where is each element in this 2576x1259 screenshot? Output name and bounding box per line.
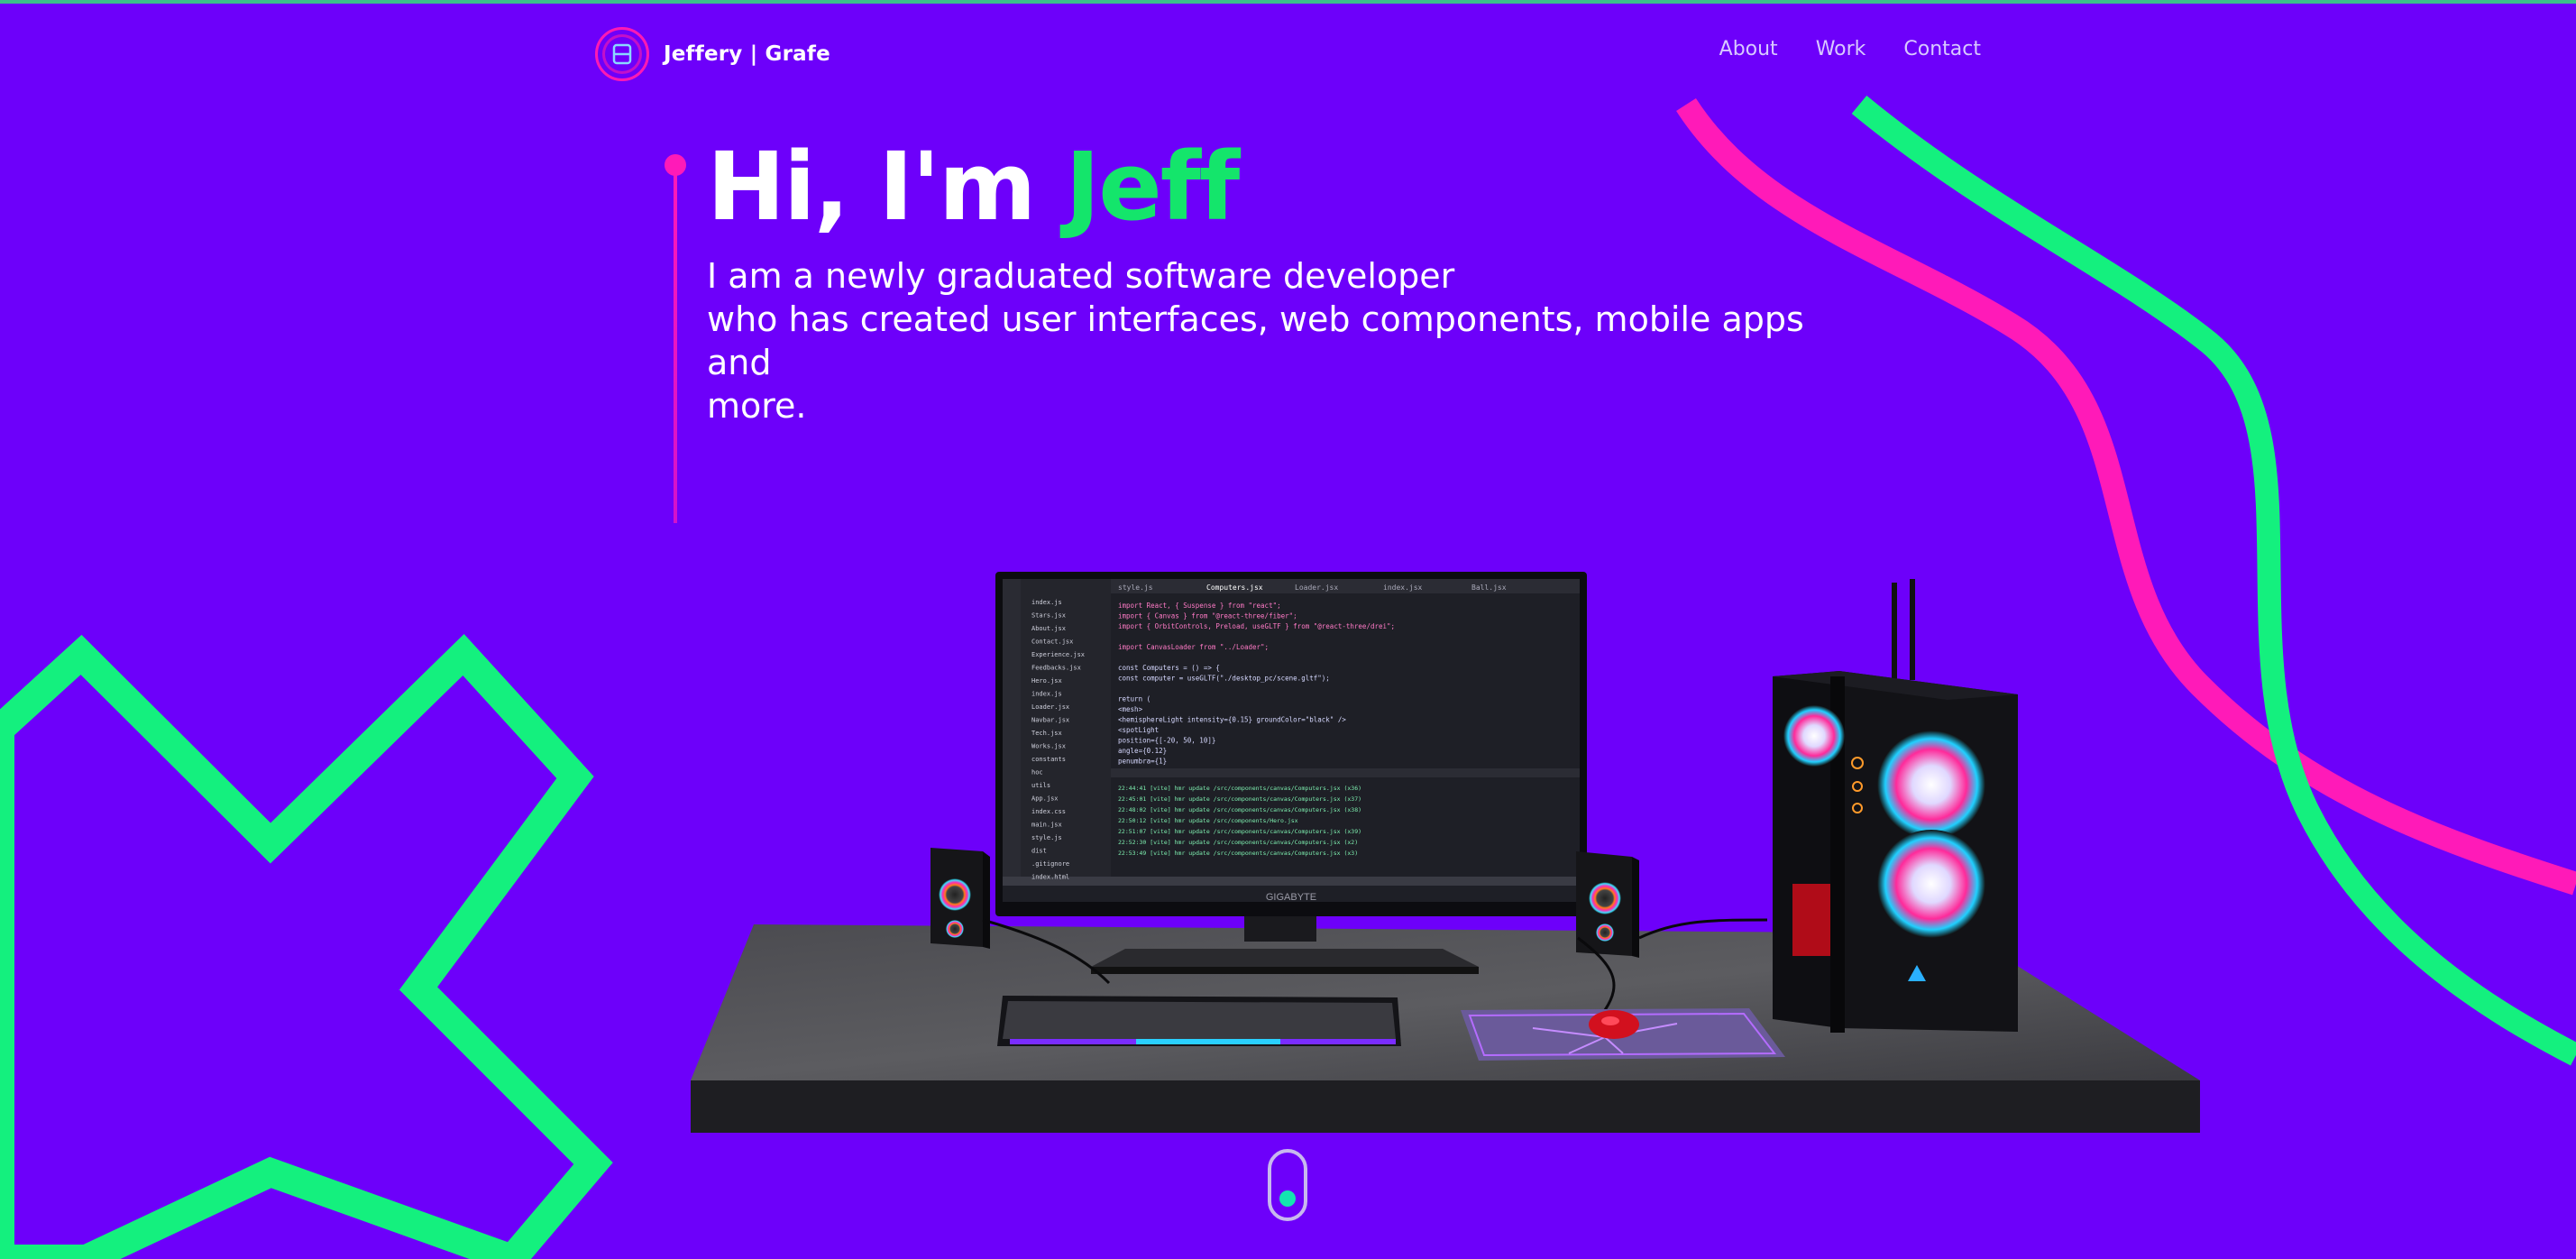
explorer-file: Tech.jsx — [1031, 730, 1062, 737]
nav-link-contact[interactable]: Contact — [1903, 38, 1981, 60]
explorer-file: constants — [1031, 756, 1066, 763]
explorer-file: index.js — [1031, 691, 1062, 698]
terminal-line: 22:51:07 [vite] hmr update /src/componen… — [1118, 828, 1361, 835]
nav-link-work[interactable]: Work — [1816, 38, 1866, 60]
terminal-line: 22:52:30 [vite] hmr update /src/componen… — [1118, 839, 1358, 846]
explorer-file: hoc — [1031, 769, 1043, 777]
code-line: const computer = useGLTF("./desktop_pc/s… — [1118, 675, 1330, 683]
logo-monogram-icon — [595, 27, 649, 81]
hero-intro-line: I am a newly graduated software develope… — [707, 256, 1455, 296]
left-speaker — [930, 848, 990, 949]
main-nav: About Work Contact — [1719, 38, 1981, 60]
hero-name: Jeff — [1065, 132, 1241, 242]
code-line: import { Canvas } from "@react-three/fib… — [1118, 612, 1297, 620]
hero-intro-line: who has created user interfaces, web com… — [707, 299, 1804, 382]
nav-link-about[interactable]: About — [1719, 38, 1778, 60]
hero-intro-line: more. — [707, 386, 807, 426]
explorer-file: main.jsx — [1031, 822, 1062, 829]
explorer-file: .gitignore — [1031, 860, 1069, 868]
explorer-file: Works.jsx — [1031, 743, 1066, 750]
desktop-pc-3d-canvas[interactable]: GIGABYTE style.js Computers.jsx Loader.jsx… — [667, 559, 2218, 1136]
pc-tower — [1773, 579, 2018, 1033]
code-line: <spotLight — [1118, 726, 1159, 734]
code-line: <hemisphereLight intensity={0.15} ground… — [1118, 716, 1346, 724]
terminal-line: 22:53:49 [vite] hmr update /src/componen… — [1118, 850, 1358, 857]
mouse — [1589, 1010, 1639, 1039]
editor-tab: index.jsx — [1383, 584, 1423, 592]
scroll-down-indicator[interactable] — [1268, 1149, 1307, 1221]
explorer-file: About.jsx — [1031, 625, 1066, 632]
code-line: angle={0.12} — [1118, 747, 1167, 755]
terminal-line: 22:48:02 [vite] hmr update /src/componen… — [1118, 806, 1361, 813]
explorer-file: Loader.jsx — [1031, 703, 1069, 711]
explorer-file: dist — [1031, 848, 1047, 855]
brand-name: Jeffery | Grafe — [664, 42, 830, 66]
code-line: penumbra={1} — [1118, 758, 1167, 766]
hero-intro: I am a newly graduated software develope… — [707, 254, 1879, 427]
explorer-file: index.html — [1031, 874, 1069, 881]
right-speaker — [1576, 851, 1639, 958]
code-line: return ( — [1118, 695, 1150, 703]
explorer-file: Stars.jsx — [1031, 612, 1066, 620]
explorer-file: Hero.jsx — [1031, 677, 1062, 685]
explorer-file: index.css — [1031, 808, 1066, 815]
keyboard — [997, 996, 1401, 1046]
code-line: position={[-20, 50, 10]} — [1118, 737, 1215, 745]
monitor-brand-label: GIGABYTE — [1266, 892, 1316, 903]
code-line: import CanvasLoader from "../Loader"; — [1118, 643, 1269, 651]
editor-tab: Loader.jsx — [1295, 584, 1338, 592]
explorer-file: Navbar.jsx — [1031, 717, 1069, 724]
terminal-line: 22:50:12 [vite] hmr update /src/componen… — [1118, 817, 1298, 824]
hero-greeting: Hi, I'm — [707, 132, 1036, 242]
editor-tab: Ball.jsx — [1471, 584, 1507, 592]
explorer-file: Experience.jsx — [1031, 651, 1085, 658]
explorer-file: index.js — [1031, 599, 1062, 606]
code-line: const Computers = () => { — [1118, 664, 1220, 672]
code-line: import { OrbitControls, Preload, useGLTF… — [1118, 622, 1395, 630]
code-line: import React, { Suspense } from "react"; — [1118, 602, 1281, 610]
explorer-file: style.js — [1031, 834, 1062, 841]
brand-logo-link[interactable]: Jeffery | Grafe — [595, 25, 830, 83]
scroll-dot — [1279, 1190, 1296, 1207]
editor-tab: Computers.jsx — [1206, 584, 1263, 592]
explorer-file: App.jsx — [1031, 795, 1059, 803]
code-line: <mesh> — [1118, 705, 1143, 713]
explorer-file: Contact.jsx — [1031, 639, 1073, 646]
explorer-file: Feedbacks.jsx — [1031, 665, 1081, 672]
hero-vertical-rail — [665, 154, 686, 523]
monitor: GIGABYTE style.js Computers.jsx Loader.jsx… — [995, 572, 1587, 916]
x-shape-decoration — [0, 633, 613, 1259]
editor-tab: style.js — [1118, 584, 1153, 592]
terminal-line: 22:45:01 [vite] hmr update /src/componen… — [1118, 795, 1361, 803]
terminal-line: 22:44:41 [vite] hmr update /src/componen… — [1118, 785, 1361, 792]
hero-heading: Hi, I'm Jeff — [707, 135, 1240, 238]
explorer-file: utils — [1031, 782, 1050, 789]
